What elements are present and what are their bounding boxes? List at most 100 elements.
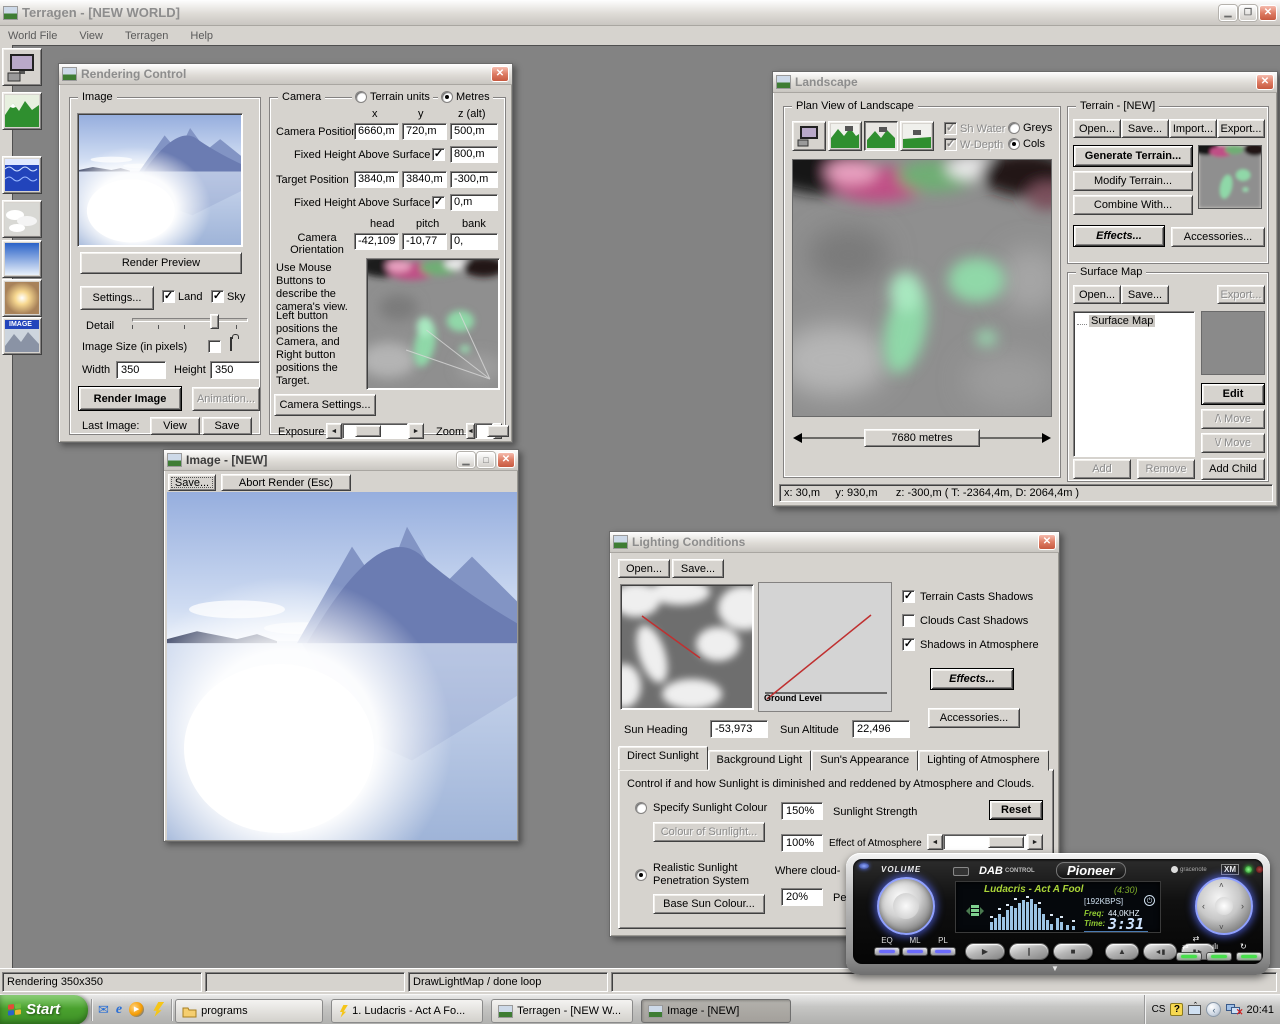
- tray-language-indicator[interactable]: CS: [1152, 1004, 1166, 1015]
- plan-view-map[interactable]: [792, 159, 1052, 417]
- sun-altitude-input[interactable]: 22,496: [852, 720, 910, 738]
- close-icon[interactable]: ✕: [1256, 74, 1274, 90]
- move-up-button[interactable]: /\ Move: [1201, 409, 1265, 429]
- height-input[interactable]: 350: [210, 361, 260, 379]
- toolbar-water-button[interactable]: [2, 156, 42, 194]
- surface-remove-button[interactable]: Remove: [1137, 459, 1195, 479]
- close-icon[interactable]: ✕: [491, 66, 509, 82]
- close-button[interactable]: ✕: [1259, 5, 1277, 21]
- detail-slider[interactable]: [132, 318, 248, 329]
- zoom-left-arrow[interactable]: ◄: [466, 423, 475, 439]
- surface-add-button[interactable]: Add: [1073, 459, 1131, 479]
- tab-lighting-of-atmosphere[interactable]: Lighting of Atmosphere: [918, 750, 1049, 771]
- terrain-save-button[interactable]: Save...: [1121, 119, 1169, 138]
- reset-button[interactable]: Reset: [989, 800, 1043, 820]
- plan-terrain-view-button[interactable]: [864, 121, 898, 151]
- task-programs[interactable]: programs: [175, 999, 323, 1023]
- colour-of-sunlight-button[interactable]: Colour of Sunlight...: [653, 822, 765, 842]
- maximize-icon[interactable]: □: [477, 452, 495, 468]
- menu-help[interactable]: Help: [190, 30, 213, 42]
- sun-heading-input[interactable]: -53,973: [710, 720, 768, 738]
- bank-input[interactable]: 0,: [450, 233, 498, 250]
- pl-button[interactable]: [930, 947, 956, 956]
- eq-button[interactable]: [874, 947, 900, 956]
- levels-mode-button[interactable]: [1206, 952, 1232, 961]
- save-last-image-button[interactable]: Save: [202, 417, 252, 435]
- tray-display-icon[interactable]: ⌃: [1188, 1005, 1201, 1015]
- abort-render-button[interactable]: Abort Render (Esc): [221, 474, 351, 491]
- atmosphere-slider[interactable]: ◄ ►: [927, 834, 1043, 850]
- terrain-open-button[interactable]: Open...: [1073, 119, 1121, 138]
- terrain-export-button[interactable]: Export...: [1217, 119, 1265, 138]
- task-terragen[interactable]: Terragen - [NEW W...: [491, 999, 633, 1023]
- terrain-import-button[interactable]: Import...: [1169, 119, 1217, 138]
- target-z-input[interactable]: -300,m: [450, 171, 498, 188]
- target-x-input[interactable]: 3840,m: [354, 171, 399, 188]
- previous-button[interactable]: ◄▮: [1143, 943, 1177, 960]
- sunlight-strength-input[interactable]: 150%: [781, 802, 823, 820]
- toolbar-atmosphere-button[interactable]: [2, 240, 42, 278]
- surface-save-button[interactable]: Save...: [1121, 285, 1169, 304]
- sky-checkbox[interactable]: ✓: [211, 290, 224, 303]
- lighting-accessories-button[interactable]: Accessories...: [928, 708, 1020, 728]
- close-icon[interactable]: ✕: [1038, 534, 1056, 550]
- map-scale-button[interactable]: 7680 metres: [864, 429, 980, 447]
- tray-help-icon[interactable]: ?: [1170, 1003, 1183, 1016]
- add-child-button[interactable]: Add Child: [1201, 458, 1265, 480]
- animation-button[interactable]: Animation...: [192, 387, 260, 411]
- fixed-height-camera-checkbox[interactable]: ✓: [432, 148, 445, 161]
- camera-z-input[interactable]: 500,m: [450, 123, 498, 140]
- lighting-effects-button[interactable]: Effects...: [930, 668, 1014, 690]
- dpad-right-icon[interactable]: ›: [1241, 901, 1244, 911]
- lighting-open-button[interactable]: Open...: [618, 559, 670, 578]
- toolbar-clouds-button[interactable]: [2, 200, 42, 238]
- save-image-button[interactable]: Save...: [168, 474, 216, 491]
- head-input[interactable]: -42,109: [354, 233, 399, 250]
- atmosphere-thumb[interactable]: [988, 836, 1024, 848]
- shadows-in-atmosphere-checkbox[interactable]: ✓: [902, 638, 915, 651]
- toolbar-render-control-button[interactable]: [2, 48, 42, 86]
- view-last-image-button[interactable]: View: [150, 417, 200, 435]
- main-titlebar[interactable]: Terragen - [NEW WORLD] ▁ ❐ ✕: [0, 0, 1280, 26]
- menu-view[interactable]: View: [79, 30, 103, 42]
- exposure-right-arrow[interactable]: ►: [408, 423, 424, 439]
- minimize-button[interactable]: ▁: [1219, 5, 1237, 21]
- shuffle-mode-button[interactable]: [1176, 952, 1202, 961]
- lighting-titlebar[interactable]: Lighting Conditions ✕: [610, 532, 1059, 553]
- landscape-titlebar[interactable]: Landscape ✕: [773, 72, 1277, 93]
- volume-knob[interactable]: [877, 877, 935, 935]
- surface-export-button[interactable]: Export...: [1217, 285, 1265, 304]
- image-window-titlebar[interactable]: Image - [NEW] ▁ □ ✕: [164, 450, 518, 471]
- metres-radio[interactable]: [441, 91, 453, 103]
- percentage-input[interactable]: 20%: [781, 888, 823, 906]
- zoom-slider[interactable]: ◄ ►: [466, 423, 502, 439]
- move-down-button[interactable]: \/ Move: [1201, 433, 1265, 453]
- tab-direct-sunlight[interactable]: Direct Sunlight: [618, 746, 708, 770]
- zoom-thumb[interactable]: [487, 425, 509, 437]
- surface-map-tree[interactable]: Surface Map: [1073, 311, 1195, 457]
- camera-top-view-map[interactable]: [366, 258, 500, 390]
- eject-button[interactable]: ▲: [1105, 943, 1139, 960]
- w-depth-checkbox[interactable]: ✓: [944, 138, 957, 151]
- width-input[interactable]: 350: [116, 361, 166, 379]
- quicklaunch-wmp-icon[interactable]: ▶: [129, 1002, 144, 1017]
- tab-suns-appearance[interactable]: Sun's Appearance: [811, 750, 918, 771]
- dpad-down-icon[interactable]: ˅: [1219, 923, 1224, 932]
- start-button[interactable]: Start: [0, 995, 88, 1024]
- sun-heading-preview[interactable]: [620, 584, 754, 710]
- land-checkbox[interactable]: ✓: [162, 290, 175, 303]
- menu-terragen[interactable]: Terragen: [125, 30, 168, 42]
- greys-radio[interactable]: [1008, 122, 1020, 134]
- plan-flat-view-button[interactable]: [900, 121, 934, 151]
- dpad-knob[interactable]: ˄ ˅ ‹ ›: [1195, 877, 1253, 935]
- fixed-height-target-input[interactable]: 0,m: [450, 194, 498, 211]
- toolbar-lighting-button[interactable]: [2, 279, 42, 317]
- terrain-effects-button[interactable]: Effects...: [1073, 225, 1165, 247]
- detail-slider-thumb[interactable]: [210, 314, 219, 329]
- clouds-cast-shadows-checkbox[interactable]: ✓: [902, 614, 915, 627]
- tree-item-surface-map[interactable]: Surface Map: [1077, 315, 1191, 327]
- render-image-button[interactable]: Render Image: [78, 386, 182, 411]
- modify-terrain-button[interactable]: Modify Terrain...: [1073, 171, 1193, 191]
- dpad-center-button[interactable]: [1215, 897, 1233, 915]
- specify-sunlight-radio[interactable]: [635, 802, 647, 814]
